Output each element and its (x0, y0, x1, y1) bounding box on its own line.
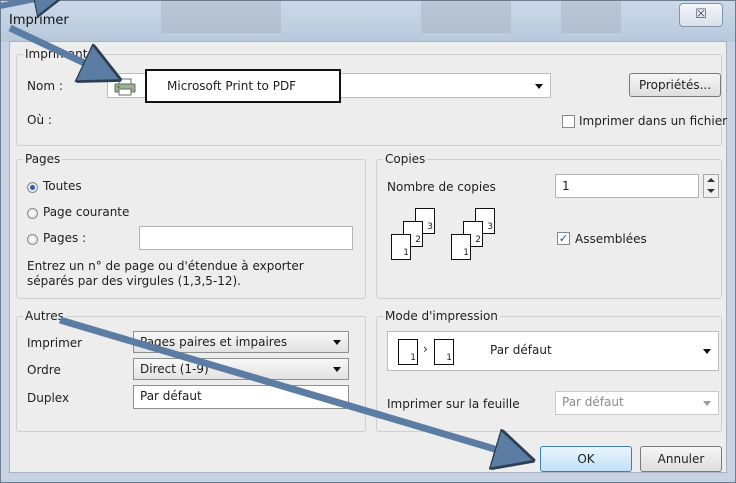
print-sheet-label: Imprimer sur la feuille (387, 397, 520, 411)
pages-all-radio[interactable] (27, 182, 38, 193)
chevron-down-icon (535, 83, 543, 89)
printer-name-value: Microsoft Print to PDF (167, 79, 297, 93)
spin-down-icon[interactable] (707, 189, 715, 193)
others-print-label: Imprimer (27, 336, 83, 350)
pages-current-label[interactable]: Page courante (43, 205, 129, 219)
print-mode-group-label: Mode d'impression (383, 309, 500, 323)
printer-group-label: Imprimante (23, 47, 97, 61)
print-dialog: Imprimer ☒ Imprimante Nom : Microsoft Pr… (0, 0, 736, 483)
others-order-label: Ordre (27, 363, 61, 377)
copies-count-label: Nombre de copies (387, 180, 496, 194)
printer-group: Imprimante Nom : Microsoft Print to PDF … (16, 47, 727, 146)
close-icon: ☒ (695, 7, 707, 22)
page-icon: 1 (398, 339, 418, 365)
page-arrow-icon: › (423, 342, 428, 356)
close-button[interactable]: ☒ (679, 3, 723, 27)
printer-name-callout: Microsoft Print to PDF (145, 69, 341, 103)
copies-group: Copies Nombre de copies 1 3 2 1 3 2 1 ✓ … (376, 152, 722, 299)
properties-button-label: Propriétés... (638, 78, 712, 92)
others-duplex-select[interactable]: Par défaut (133, 385, 349, 409)
properties-button[interactable]: Propriétés... (629, 73, 721, 97)
others-order-select[interactable]: Direct (1-9) (133, 358, 349, 380)
pages-hint-line1: Entrez un n° de page ou d'étendue à expo… (27, 259, 304, 273)
chevron-down-icon (333, 340, 341, 345)
others-duplex-value: Par défaut (140, 389, 202, 403)
others-duplex-label: Duplex (27, 391, 70, 405)
printer-icon (114, 78, 136, 96)
others-print-value: Pages paires et impaires (140, 335, 288, 349)
copies-count-input[interactable]: 1 (555, 174, 699, 198)
print-to-file-checkbox[interactable] (562, 115, 575, 128)
print-sheet-select[interactable]: Par défaut (555, 391, 719, 415)
dialog-body: Imprimante Nom : Microsoft Print to PDF … (9, 41, 727, 473)
pages-current-radio[interactable] (27, 208, 38, 219)
spin-up-icon[interactable] (707, 178, 715, 182)
print-mode-select[interactable]: 1 › 1 Par défaut (387, 331, 719, 371)
print-to-file-label[interactable]: Imprimer dans un fichier (579, 114, 727, 128)
ok-button[interactable]: OK (540, 446, 632, 472)
page-icon: 1 (434, 339, 454, 365)
pages-range-input[interactable] (139, 226, 353, 250)
chevron-down-icon (333, 367, 341, 372)
copies-count-value: 1 (562, 179, 570, 193)
pages-group-label: Pages (23, 152, 63, 166)
pages-all-label[interactable]: Toutes (43, 179, 82, 193)
print-mode-group: Mode d'impression 1 › 1 Par défaut Impri… (376, 309, 722, 432)
print-mode-value: Par défaut (490, 343, 552, 357)
chevron-down-icon (703, 401, 711, 406)
copies-spinner[interactable] (703, 174, 719, 198)
page-icon: 1 (451, 234, 471, 260)
printer-where-label: Où : (27, 113, 52, 127)
title-bar: Imprimer ☒ (1, 1, 735, 35)
others-order-value: Direct (1-9) (140, 362, 209, 376)
collate-label[interactable]: Assemblées (575, 232, 647, 246)
cancel-button[interactable]: Annuler (640, 446, 722, 472)
others-group-label: Autres (23, 309, 66, 323)
pages-hint-line2: séparés par des virgules (1,3,5-12). (27, 274, 241, 288)
page-icon: 1 (391, 234, 411, 260)
collate-checkbox[interactable]: ✓ (557, 232, 570, 245)
pages-range-radio[interactable] (27, 234, 38, 245)
others-print-select[interactable]: Pages paires et impaires (133, 331, 349, 353)
chevron-down-icon (703, 349, 711, 354)
pages-group: Pages Toutes Page courante Pages : Entre… (16, 152, 366, 299)
dialog-title: Imprimer (9, 13, 69, 28)
copies-group-label: Copies (383, 152, 428, 166)
printer-name-label: Nom : (27, 79, 63, 93)
others-group: Autres Imprimer Pages paires et impaires… (16, 309, 366, 432)
print-sheet-value: Par défaut (562, 395, 624, 409)
pages-range-label[interactable]: Pages : (43, 231, 86, 245)
ok-button-label: OK (577, 452, 595, 466)
cancel-button-label: Annuler (657, 452, 705, 466)
